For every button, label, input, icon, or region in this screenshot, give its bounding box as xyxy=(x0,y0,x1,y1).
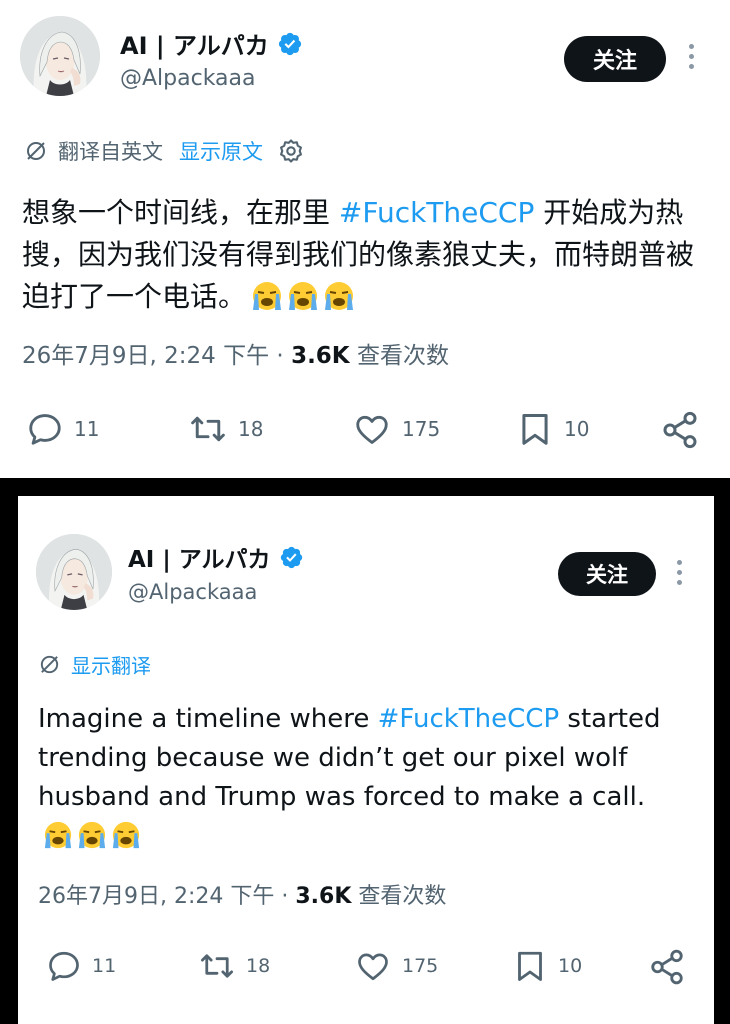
meta-separator: · xyxy=(274,884,296,909)
share-button[interactable] xyxy=(660,410,700,450)
bookmark-icon xyxy=(522,414,548,445)
show-original-link[interactable]: 显示原文 xyxy=(179,136,263,166)
timestamp[interactable]: 26年7月9日, 2:24 下午 xyxy=(22,343,269,369)
repost-icon xyxy=(200,954,234,978)
hashtag-link[interactable]: #FuckTheCCP xyxy=(378,704,560,734)
author-name[interactable]: AI | アルパカ xyxy=(128,540,271,574)
tweet-card-original: AI | アルパカ @Alpackaaa 关注 显示翻译 Imagine a t… xyxy=(18,496,714,1024)
meta-separator: · xyxy=(269,343,292,369)
repost-count: 18 xyxy=(238,417,264,441)
translate-icon xyxy=(40,655,59,674)
follow-button[interactable]: 关注 xyxy=(564,36,666,82)
tweet-meta: 26年7月9日, 2:24 下午 · 3.6K 查看次数 xyxy=(38,878,446,910)
translation-note: 翻译自英文 xyxy=(58,140,163,164)
timestamp[interactable]: 26年7月9日, 2:24 下午 xyxy=(38,884,274,909)
tweet-meta: 26年7月9日, 2:24 下午 · 3.6K 查看次数 xyxy=(22,336,449,370)
emoji-group xyxy=(41,820,143,850)
view-count: 3.6K xyxy=(295,884,352,909)
avatar-illustration xyxy=(36,534,112,610)
like-count: 175 xyxy=(402,955,439,977)
avatar-illustration xyxy=(20,16,100,96)
repost-count: 18 xyxy=(246,955,271,977)
reply-icon xyxy=(49,951,79,981)
avatar[interactable] xyxy=(36,534,112,610)
bookmark-button[interactable]: 10 xyxy=(516,410,589,448)
repost-button[interactable]: 18 xyxy=(188,410,263,448)
share-icon xyxy=(651,949,683,985)
hashtag-link[interactable]: #FuckTheCCP xyxy=(339,196,534,229)
share-button[interactable] xyxy=(648,948,686,986)
bookmark-count: 10 xyxy=(558,955,583,977)
tweet-text-before: Imagine a timeline where xyxy=(38,704,378,734)
bookmark-count: 10 xyxy=(564,417,590,441)
view-count: 3.6K xyxy=(291,343,350,369)
repost-button[interactable]: 18 xyxy=(198,948,270,984)
author-name[interactable]: AI | アルパカ xyxy=(120,26,269,61)
like-button[interactable]: 175 xyxy=(354,948,438,984)
share-icon xyxy=(663,411,697,449)
like-button[interactable]: 175 xyxy=(352,410,440,448)
view-count-label: 查看次数 xyxy=(351,884,447,909)
verified-badge-icon xyxy=(280,546,302,568)
like-count: 175 xyxy=(402,417,441,441)
tweet-text: 想象一个时间线，在那里 #FuckTheCCP 开始成为热搜，因为我们没有得到我… xyxy=(22,192,712,318)
reply-button[interactable]: 11 xyxy=(26,410,99,448)
view-count-label: 查看次数 xyxy=(349,343,449,369)
bookmark-button[interactable]: 10 xyxy=(512,948,582,984)
reply-button[interactable]: 11 xyxy=(46,948,116,984)
loudly-crying-face-emoji xyxy=(253,282,282,310)
reply-count: 11 xyxy=(74,417,100,441)
more-icon[interactable] xyxy=(686,44,696,74)
loudly-crying-face-emoji xyxy=(325,282,354,310)
avatar[interactable] xyxy=(20,16,100,96)
tweet-text-before: 想象一个时间线，在那里 xyxy=(22,196,339,229)
follow-button[interactable]: 关注 xyxy=(558,552,656,596)
reply-icon xyxy=(29,414,61,445)
author-handle[interactable]: @Alpackaaa xyxy=(128,580,257,604)
settings-icon[interactable] xyxy=(277,137,305,165)
loudly-crying-face-emoji xyxy=(44,821,72,849)
like-icon xyxy=(358,953,388,981)
translate-icon xyxy=(27,142,45,160)
repost-icon xyxy=(191,416,225,442)
bookmark-icon xyxy=(518,951,542,981)
more-icon[interactable] xyxy=(674,560,684,588)
like-icon xyxy=(356,415,388,444)
tweet-text: Imagine a timeline where #FuckTheCCP sta… xyxy=(38,700,704,856)
loudly-crying-face-emoji xyxy=(112,821,140,849)
emoji-group xyxy=(249,280,357,312)
author-handle[interactable]: @Alpackaaa xyxy=(120,66,256,91)
loudly-crying-face-emoji xyxy=(289,282,318,310)
loudly-crying-face-emoji xyxy=(78,821,106,849)
reply-count: 11 xyxy=(92,955,117,977)
tweet-card-translated: AI | アルパカ @Alpackaaa 关注 翻译自英文 显示原文 想象一个时… xyxy=(0,0,730,478)
verified-badge-icon xyxy=(278,32,301,55)
show-translation-link[interactable]: 显示翻译 xyxy=(71,650,151,679)
